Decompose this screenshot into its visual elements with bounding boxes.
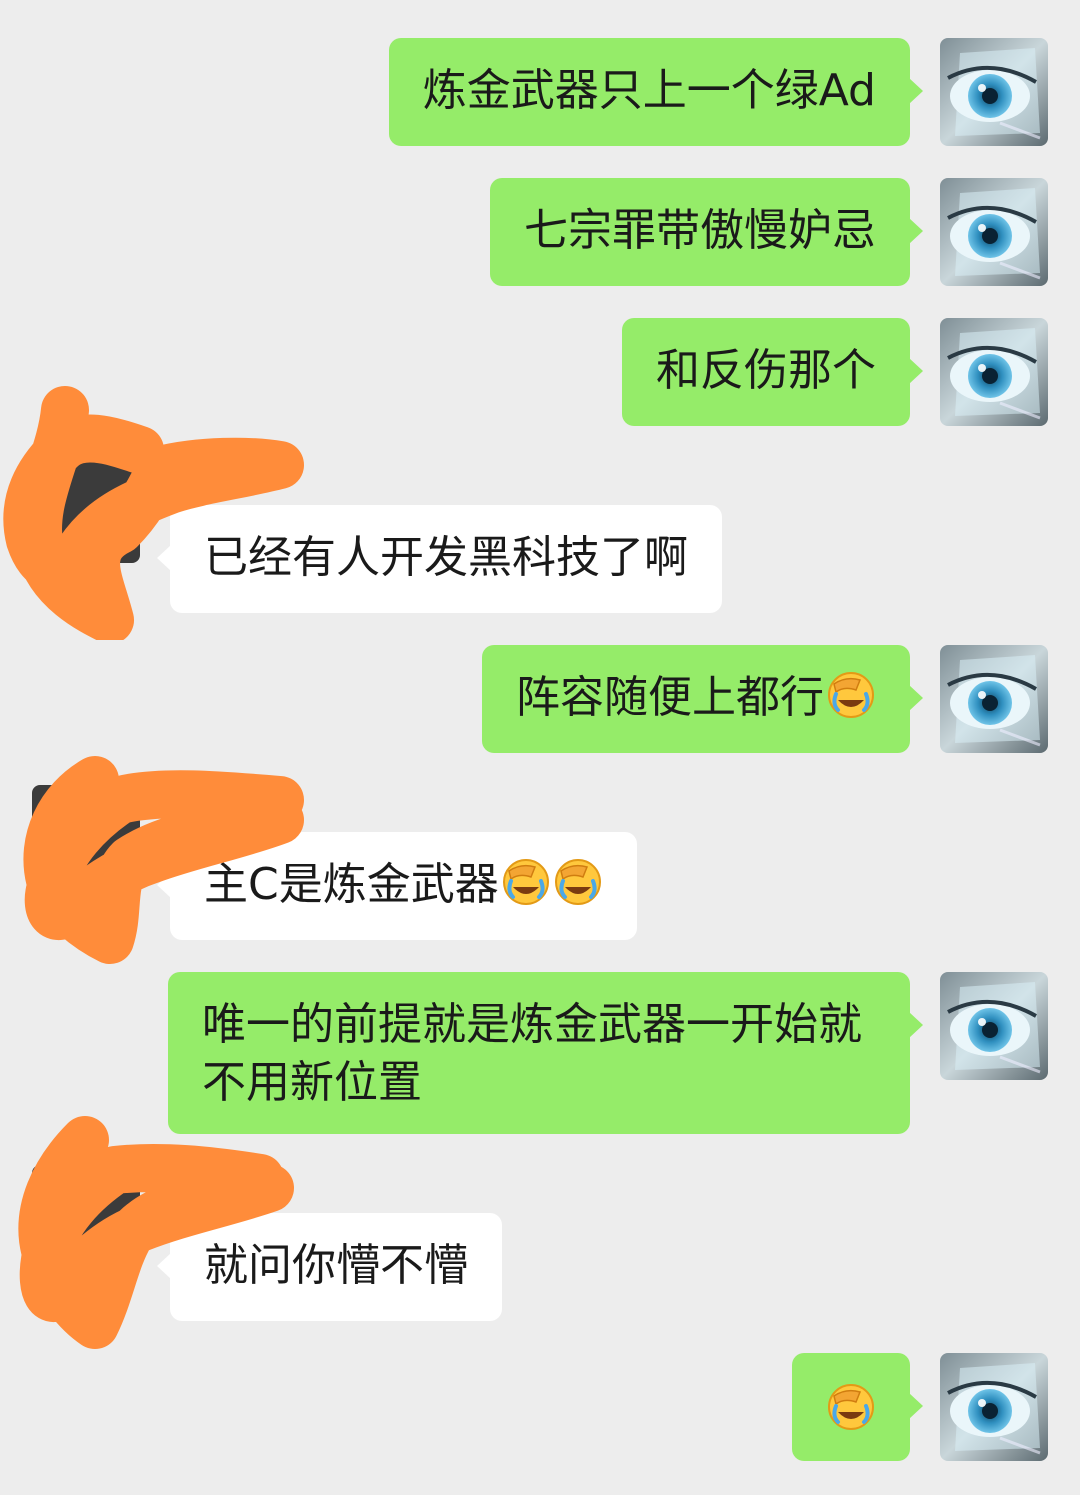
peer-avatar[interactable] bbox=[32, 455, 140, 563]
message-text: 就问你懵不懵 bbox=[204, 1240, 468, 1291]
peer-avatar[interactable] bbox=[32, 785, 140, 893]
message-bubble-self[interactable]: 和反伤那个 bbox=[622, 318, 923, 426]
self-avatar[interactable] bbox=[940, 972, 1048, 1080]
self-avatar[interactable] bbox=[940, 38, 1048, 146]
facepalm-laugh-emoji bbox=[553, 857, 603, 907]
message-bubble-peer[interactable]: 就问你懵不懵 bbox=[157, 1213, 502, 1321]
message-text: 已经有人开发黑科技了啊 bbox=[204, 532, 688, 583]
message-bubble-peer[interactable]: 主C是炼金武器 bbox=[157, 832, 637, 940]
message-text: 阵容随便上都行 bbox=[516, 672, 824, 723]
message-bubble-self[interactable]: 炼金武器只上一个绿Ad bbox=[388, 38, 924, 146]
message-text: 主C是炼金武器 bbox=[204, 859, 499, 910]
message-bubble-self[interactable]: 七宗罪带傲慢妒忌 bbox=[490, 178, 923, 286]
self-avatar[interactable] bbox=[940, 645, 1048, 753]
message-bubble-self[interactable]: 阵容随便上都行 bbox=[482, 645, 923, 753]
message-text: 和反伤那个 bbox=[656, 345, 876, 396]
facepalm-laugh-emoji bbox=[826, 1382, 876, 1432]
message-bubble-peer[interactable]: 已经有人开发黑科技了啊 bbox=[157, 505, 722, 613]
message-bubble-self[interactable]: 唯一的前提就是炼金武器一开始就 不用新位置 bbox=[168, 972, 923, 1134]
message-text: 炼金武器只上一个绿Ad bbox=[422, 65, 876, 116]
message-text: 唯一的前提就是炼金武器一开始就 不用新位置 bbox=[202, 999, 862, 1108]
peer-avatar[interactable] bbox=[32, 1165, 140, 1273]
facepalm-laugh-emoji bbox=[826, 670, 876, 720]
facepalm-laugh-emoji bbox=[501, 857, 551, 907]
message-bubble-self[interactable] bbox=[792, 1353, 923, 1461]
chat-view: 炼金武器只上一个绿Ad 七宗罪带傲慢妒忌 和反伤那个 已经有人开发黑科技了啊 阵… bbox=[0, 0, 1080, 1495]
self-avatar[interactable] bbox=[940, 318, 1048, 426]
self-avatar[interactable] bbox=[940, 178, 1048, 286]
message-text: 七宗罪带傲慢妒忌 bbox=[524, 205, 876, 256]
self-avatar[interactable] bbox=[940, 1353, 1048, 1461]
